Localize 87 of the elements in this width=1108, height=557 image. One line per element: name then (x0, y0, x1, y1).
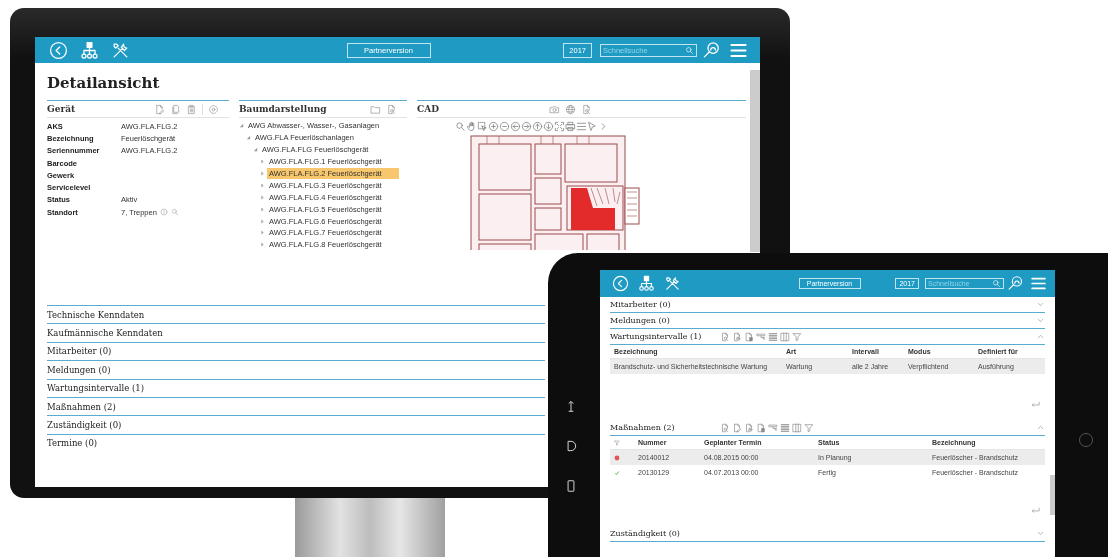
rectangle-icon[interactable] (564, 479, 578, 493)
document-search-icon[interactable] (720, 331, 730, 342)
collapsed-arrow-icon[interactable] (260, 171, 265, 176)
hierarchy-icon[interactable] (80, 40, 99, 60)
arrow-left-icon[interactable] (509, 121, 521, 132)
section-header[interactable]: Meldungen (0) (47, 360, 545, 379)
arrow-right-icon[interactable] (520, 121, 532, 132)
section-header[interactable]: Kaufmännische Kenndaten (47, 323, 545, 342)
chevron-up-icon[interactable] (1036, 423, 1045, 432)
collapsed-arrow-icon[interactable] (260, 242, 265, 248)
list-icon[interactable] (575, 121, 587, 132)
filter-rows-icon[interactable] (768, 422, 778, 433)
globe-icon[interactable] (564, 103, 576, 115)
collapsed-arrow-icon[interactable] (260, 194, 265, 200)
document-play-icon[interactable] (732, 331, 742, 342)
settings-icon[interactable] (208, 103, 219, 115)
tools-icon[interactable] (111, 40, 130, 60)
section-header[interactable]: Meldungen (0) (610, 313, 1045, 329)
document-play-icon[interactable] (744, 422, 754, 433)
panel-title: CAD (417, 104, 439, 114)
panel-title: Baumdarstellung (239, 104, 327, 114)
return-arrow-icon[interactable] (1030, 399, 1041, 410)
filter-rows-icon[interactable] (756, 331, 766, 342)
document-search-icon[interactable] (720, 422, 730, 433)
collapsed-arrow-icon[interactable] (260, 206, 265, 212)
rows-icon[interactable] (780, 422, 790, 433)
advanced-search-icon[interactable] (1007, 275, 1024, 292)
select-area-icon[interactable] (476, 121, 488, 132)
search-icon[interactable] (170, 208, 179, 217)
advanced-search-icon[interactable] (702, 40, 721, 60)
columns-icon[interactable] (780, 331, 790, 342)
rows-icon[interactable] (768, 331, 778, 342)
status-column-icon[interactable] (614, 439, 620, 446)
folder-icon[interactable] (370, 103, 381, 115)
section-header[interactable]: Wartungsintervalle (1) (47, 378, 545, 397)
document-add-icon[interactable] (744, 331, 754, 342)
expanded-arrow-icon[interactable] (239, 123, 244, 129)
hand-icon[interactable] (465, 121, 477, 132)
edit-document-icon[interactable] (732, 422, 742, 433)
section-header[interactable]: Zuständigkeit (0) (47, 415, 545, 434)
section-header[interactable]: Mitarbeiter (0) (47, 341, 545, 361)
section-header[interactable]: Maßnahmen (2) (47, 396, 545, 416)
zoom-icon[interactable] (454, 121, 466, 132)
document-add-icon[interactable] (756, 422, 766, 433)
collapsed-arrow-icon[interactable] (260, 159, 265, 165)
arrow-down-icon[interactable] (542, 121, 554, 132)
collapsed-arrow-icon[interactable] (260, 218, 265, 224)
search-icon[interactable] (685, 45, 694, 55)
section-header[interactable]: Technische Kenndaten (47, 305, 545, 324)
chevron-up-icon[interactable] (1036, 332, 1045, 341)
menu-icon[interactable] (1030, 275, 1047, 292)
hierarchy-icon[interactable] (638, 275, 655, 292)
back-icon[interactable] (612, 275, 629, 292)
document-search-icon[interactable] (580, 103, 592, 115)
collapsed-arrow-icon[interactable] (260, 182, 265, 188)
expanded-arrow-icon[interactable] (246, 135, 251, 141)
pointer-icon[interactable] (586, 121, 598, 132)
chevron-down-icon[interactable] (1036, 529, 1045, 538)
page-title: Detailansicht (47, 74, 161, 92)
tools-icon[interactable] (664, 275, 681, 292)
scrollbar[interactable] (1050, 475, 1055, 515)
arrow-up-icon[interactable] (531, 121, 543, 132)
edit-document-icon[interactable] (154, 103, 165, 115)
collapsed-arrow-icon[interactable] (260, 230, 265, 236)
clipboard-icon[interactable] (186, 103, 197, 115)
document-search-icon[interactable] (386, 103, 397, 115)
info-icon[interactable] (159, 208, 168, 217)
panel-title: Gerät (47, 104, 76, 114)
section-header[interactable]: Termine (0) (47, 433, 545, 453)
camera-icon[interactable] (548, 103, 560, 115)
section-header[interactable]: Zuständigkeit (0) (610, 526, 1045, 542)
return-arrow-icon[interactable] (1030, 505, 1041, 516)
search-icon[interactable] (992, 279, 1001, 288)
section-header[interactable]: Wartungsintervalle (1) (610, 329, 1045, 345)
copy-icon[interactable] (170, 103, 181, 115)
filter-icon[interactable] (792, 331, 802, 342)
expanded-arrow-icon[interactable] (253, 147, 258, 153)
fit-screen-icon[interactable] (553, 121, 565, 132)
section-header[interactable]: Mitarbeiter (0) (610, 297, 1045, 313)
section-header[interactable]: Maßnahmen (2) (610, 420, 1045, 436)
print-icon[interactable] (564, 121, 576, 132)
columns-icon[interactable] (792, 422, 802, 433)
back-icon[interactable] (49, 40, 68, 60)
filter-icon[interactable] (804, 422, 814, 433)
zoom-out-icon[interactable] (498, 121, 510, 132)
scrollbar[interactable] (750, 70, 760, 252)
zoom-in-icon[interactable] (487, 121, 499, 132)
